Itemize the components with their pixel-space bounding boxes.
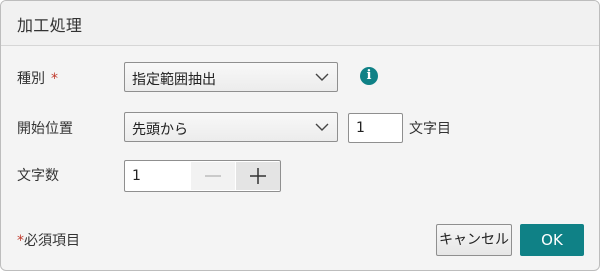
chevron-down-icon: [315, 73, 329, 81]
start-offset-input[interactable]: 1: [348, 113, 403, 143]
type-label: 種別 *: [17, 68, 58, 88]
type-label-text: 種別: [17, 71, 45, 87]
char-count-label: 文字数: [17, 168, 59, 184]
required-star: *: [17, 233, 24, 249]
start-position-select-value: 先頭から: [132, 122, 188, 138]
ok-button[interactable]: OK: [520, 224, 584, 256]
required-mark: *: [51, 71, 58, 87]
char-count-value[interactable]: 1: [132, 168, 141, 184]
char-count-stepper: 1: [124, 160, 281, 192]
type-select[interactable]: 指定範囲抽出: [124, 62, 338, 92]
dialog-title: 加工処理: [17, 16, 83, 35]
start-offset-suffix: 文字目: [409, 121, 451, 137]
start-offset-value: 1: [356, 120, 365, 136]
chevron-down-icon: [315, 123, 329, 131]
info-icon[interactable]: i: [360, 67, 378, 85]
type-select-value: 指定範囲抽出: [132, 72, 216, 88]
minus-icon: [205, 175, 221, 177]
processing-dialog: 加工処理 種別 * 指定範囲抽出 i 開始位置 先頭から 1 文字目 文字数 1: [0, 0, 600, 271]
required-note-text: 必須項目: [24, 233, 80, 249]
cancel-button[interactable]: キャンセル: [436, 224, 512, 256]
start-position-select[interactable]: 先頭から: [124, 112, 338, 142]
increment-button[interactable]: [236, 162, 280, 190]
required-note: *必須項目: [17, 230, 80, 250]
decrement-button[interactable]: [191, 162, 235, 190]
plus-icon: [250, 168, 266, 184]
dialog-header: 加工処理: [1, 1, 599, 46]
start-position-label: 開始位置: [17, 121, 73, 137]
